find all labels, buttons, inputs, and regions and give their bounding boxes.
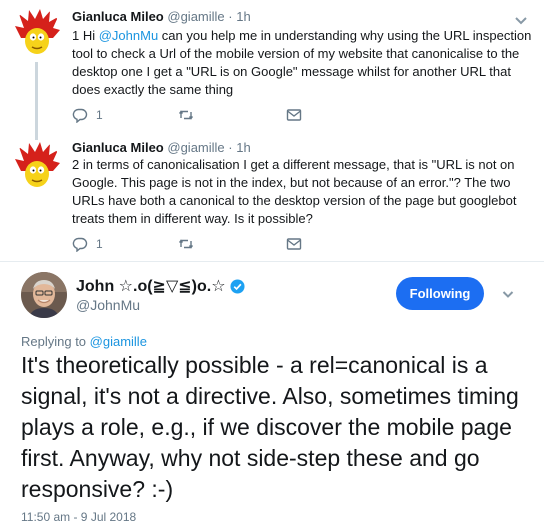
replying-to-handle[interactable]: @giamille <box>90 334 147 349</box>
tweet-text-prefix: 1 Hi <box>72 28 99 43</box>
author-name[interactable]: Gianluca Mileo <box>72 9 164 24</box>
tweet-text: 1 Hi @JohnMu can you help me in understa… <box>72 27 532 99</box>
message-icon <box>286 238 302 250</box>
verified-badge-icon <box>230 278 245 294</box>
author-name[interactable]: John ☆.o(≧▽≦)o.☆ <box>76 276 245 296</box>
tweet-timestamp[interactable]: 11:50 am - 9 Jul 2018 <box>21 510 136 524</box>
avatar-image <box>21 272 67 318</box>
reply-button[interactable]: 1 <box>72 106 103 124</box>
avatar-image <box>15 9 60 54</box>
message-button[interactable] <box>286 235 302 253</box>
reply-icon <box>72 237 88 252</box>
tweet-header: Gianluca Mileo @giamille · 1h <box>72 140 251 155</box>
main-tweet-text: It's theoretically possible - a rel=cano… <box>21 352 519 502</box>
avatar-image <box>15 142 60 187</box>
author-handle[interactable]: @giamille <box>167 140 224 155</box>
retweet-button[interactable] <box>178 235 194 253</box>
author-name-text: John ☆.o(≧▽≦)o.☆ <box>76 278 226 295</box>
avatar[interactable] <box>21 272 67 318</box>
avatar[interactable] <box>13 8 61 56</box>
mention-link[interactable]: @JohnMu <box>99 28 158 43</box>
tweet-time[interactable]: 1h <box>236 9 250 24</box>
replying-to-label: Replying to <box>21 334 90 349</box>
reply-count: 1 <box>96 237 103 251</box>
author-handle[interactable]: @giamille <box>167 9 224 24</box>
tweet-header: Gianluca Mileo @giamille · 1h <box>72 9 251 24</box>
separator: · <box>228 9 233 24</box>
message-button[interactable] <box>286 106 302 124</box>
reply-count: 1 <box>96 108 103 122</box>
thread-tweet-2[interactable]: Gianluca Mileo @giamille · 1h 2 in terms… <box>0 134 544 262</box>
separator: · <box>228 140 233 155</box>
reply-button[interactable]: 1 <box>72 235 103 253</box>
message-icon <box>286 109 302 121</box>
tweet-time[interactable]: 1h <box>236 140 250 155</box>
following-button[interactable]: Following <box>396 277 484 310</box>
replying-to: Replying to @giamille <box>21 334 147 349</box>
retweet-button[interactable] <box>178 106 194 124</box>
tweet-actions: 1 <box>72 235 332 253</box>
chevron-down-icon[interactable] <box>500 286 516 302</box>
retweet-icon <box>178 239 194 249</box>
retweet-icon <box>178 110 194 120</box>
tweet-actions: 1 <box>72 106 332 124</box>
avatar[interactable] <box>13 141 61 189</box>
tweet-text: 2 in terms of canonicalisation I get a d… <box>72 157 517 226</box>
author-handle[interactable]: @JohnMu <box>76 297 140 313</box>
author-name[interactable]: Gianluca Mileo <box>72 140 164 155</box>
reply-icon <box>72 108 88 123</box>
thread-tweet-1[interactable]: Gianluca Mileo @giamille · 1h 1 Hi @John… <box>0 0 544 134</box>
